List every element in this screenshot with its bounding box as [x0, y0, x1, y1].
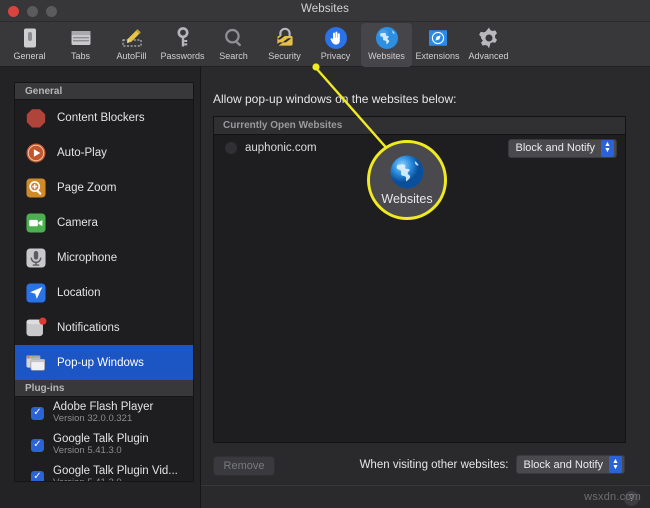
sidebar-item-location[interactable]: Location — [15, 275, 193, 310]
toolbar-item-extensions[interactable]: Extensions — [412, 23, 463, 67]
tabs-icon — [69, 26, 93, 50]
toolbar-item-advanced[interactable]: Advanced — [463, 23, 514, 67]
autofill-icon — [120, 26, 144, 50]
camera-icon — [25, 212, 47, 234]
hand-icon — [324, 26, 348, 50]
website-setting-dropdown[interactable]: Block and Notify ▲ ▼ — [507, 138, 617, 158]
toolbar-item-label: Privacy — [320, 51, 351, 61]
toolbar-item-label: General — [13, 51, 46, 61]
plugin-text: Google Talk Plugin Version 5.41.3.0 — [53, 433, 149, 457]
key-icon — [171, 26, 195, 50]
website-setting-value: Block and Notify — [515, 142, 595, 154]
settings-sidebar[interactable]: General Content Blockers Auto-Play Page Zoo… — [14, 82, 194, 482]
toolbar-item-passwords[interactable]: Passwords — [157, 23, 208, 67]
zoom-icon — [25, 177, 47, 199]
toolbar-item-label: Search — [219, 51, 248, 61]
sidebar-item-label: Notifications — [57, 321, 120, 334]
toolbar-item-label: Websites — [368, 51, 405, 61]
play-circle-icon — [25, 142, 47, 164]
sidebar-item-label: Auto-Play — [57, 146, 107, 159]
toolbar-item-label: Passwords — [160, 51, 205, 61]
callout-magnifier: Websites — [367, 140, 447, 220]
extensions-icon — [426, 26, 450, 50]
toolbar-item-label: AutoFill — [116, 51, 147, 61]
plugin-list-item[interactable]: ✓ Google Talk Plugin Version 5.41.3.0 — [15, 429, 193, 461]
plugin-version: Version 5.41.3.0 — [53, 445, 122, 457]
callout-label: Websites — [381, 192, 433, 206]
remove-button[interactable]: Remove — [213, 456, 275, 476]
preferences-toolbar: General Tabs AutoFill Passwords Search Securi… — [0, 22, 650, 67]
sidebar-group-header: General — [15, 83, 193, 100]
toolbar-item-label: Security — [268, 51, 301, 61]
sidebar-item-label: Microphone — [57, 251, 118, 264]
microphone-icon — [25, 247, 47, 269]
popup-window-icon — [25, 352, 47, 374]
panel-title: Allow pop-up windows on the websites bel… — [213, 92, 457, 106]
default-setting-label: When visiting other websites: — [359, 458, 509, 471]
window-title: Websites — [301, 3, 349, 15]
sidebar-item-page-zoom[interactable]: Page Zoom — [15, 170, 193, 205]
plugin-list-item[interactable]: ✓ Adobe Flash Player Version 32.0.0.321 — [15, 397, 193, 429]
notifications-icon — [25, 317, 47, 339]
title-bar: Websites — [0, 0, 650, 22]
plugin-checkbox[interactable]: ✓ — [31, 470, 44, 481]
toolbar-item-search[interactable]: Search — [208, 23, 259, 67]
general-icon — [18, 26, 42, 50]
sidebar-item-microphone[interactable]: Microphone — [15, 240, 193, 275]
sidebar-item-label: Pop-up Windows — [57, 356, 144, 369]
default-setting-value: Block and Notify — [523, 458, 603, 471]
gear-icon — [477, 26, 501, 50]
plugin-text: Adobe Flash Player Version 32.0.0.321 — [53, 401, 153, 425]
plugin-text: Google Talk Plugin Vid...Version 5.41.3.… — [53, 465, 178, 481]
globe-icon — [375, 26, 399, 50]
toolbar-item-label: Tabs — [70, 51, 90, 61]
plugin-checkbox[interactable]: ✓ — [31, 406, 44, 420]
plugin-version: Version 5.41.3.0 — [53, 477, 178, 481]
location-icon — [25, 282, 47, 304]
toolbar-item-autofill[interactable]: AutoFill — [106, 23, 157, 67]
lock-icon — [273, 26, 297, 50]
sidebar-item-notifications[interactable]: Notifications — [15, 310, 193, 345]
plugin-version: Version 32.0.0.321 — [53, 413, 133, 425]
chevron-updown-icon: ▲ ▼ — [601, 139, 614, 157]
sidebar-item-pop-up-windows[interactable]: Pop-up Windows — [15, 345, 193, 380]
octagon-icon — [25, 107, 47, 129]
sidebar-item-label: Location — [57, 286, 101, 299]
toolbar-item-label: Advanced — [468, 51, 509, 61]
sidebar-item-label: Camera — [57, 216, 98, 229]
sidebar-item-content-blockers[interactable]: Content Blockers — [15, 100, 193, 135]
plugin-checkbox[interactable]: ✓ — [31, 438, 44, 452]
toolbar-item-tabs[interactable]: Tabs — [55, 23, 106, 67]
content-area: General Content Blockers Auto-Play Page Zoo… — [0, 67, 650, 508]
footer-divider — [201, 485, 650, 486]
toolbar-item-security[interactable]: Security — [259, 23, 310, 67]
main-panel: Allow pop-up windows on the websites bel… — [200, 67, 650, 508]
list-section-header: Currently Open Websites — [214, 117, 625, 135]
chevron-updown-icon: ▲ ▼ — [609, 456, 622, 473]
website-name: auphonic.com — [245, 142, 317, 154]
favicon-icon — [225, 142, 237, 154]
toolbar-item-general[interactable]: General — [4, 23, 55, 67]
default-setting-row: When visiting other websites: Block and … — [360, 455, 625, 474]
preferences-window: Websites General Tabs AutoFill Passwords Sea… — [0, 0, 650, 508]
default-setting-dropdown[interactable]: Block and Notify ▲ ▼ — [515, 455, 625, 474]
toolbar-item-websites[interactable]: Websites — [361, 23, 412, 67]
toolbar-item-privacy[interactable]: Privacy — [310, 23, 361, 67]
sidebar-group-header-plugins: Plug-ins — [15, 380, 193, 397]
sidebar-item-label: Page Zoom — [57, 181, 117, 194]
sidebar-item-camera[interactable]: Camera — [15, 205, 193, 240]
search-icon — [222, 26, 246, 50]
toolbar-item-label: Extensions — [415, 51, 460, 61]
plugin-list-item[interactable]: ✓ Google Talk Plugin Vid...Version 5.41.3… — [15, 461, 193, 481]
globe-icon — [390, 155, 424, 189]
sidebar-item-auto-play[interactable]: Auto-Play — [15, 135, 193, 170]
sidebar-item-label: Content Blockers — [57, 111, 145, 124]
watermark: wsxdn.com — [584, 491, 641, 503]
